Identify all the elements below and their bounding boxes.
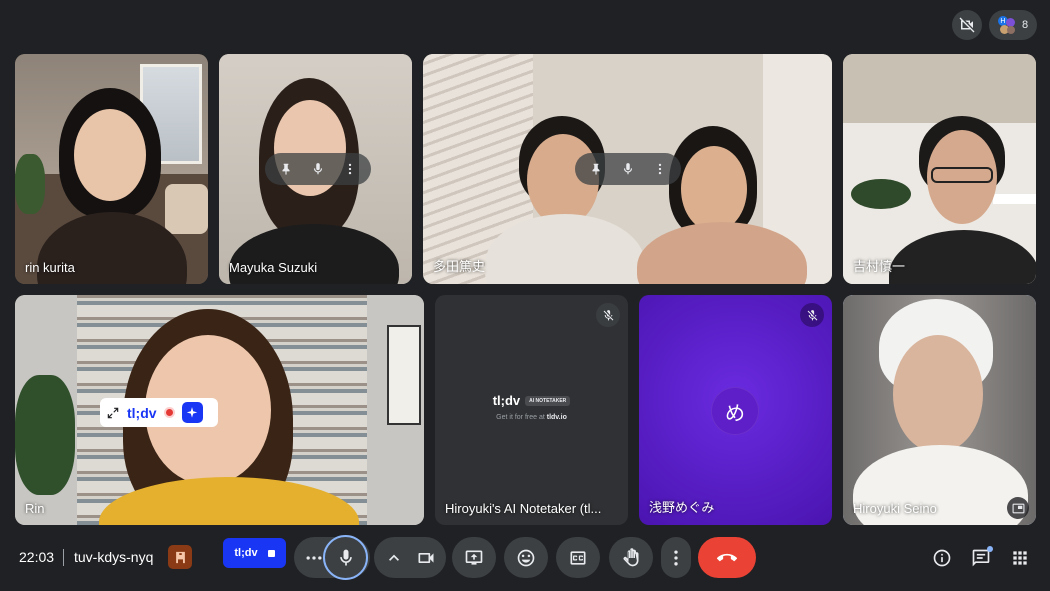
- participant-name: Hiroyuki's AI Notetaker (tl...: [445, 501, 602, 516]
- chat-notification-dot: [987, 546, 993, 552]
- mic-off-icon: [807, 309, 817, 320]
- present-button[interactable]: [452, 537, 496, 578]
- video-feed: [15, 54, 208, 284]
- camera-icon[interactable]: [416, 548, 436, 568]
- more-horiz-icon[interactable]: [304, 548, 324, 568]
- video-feed: [843, 295, 1036, 525]
- mic-icon[interactable]: [311, 162, 325, 176]
- avatar-letter: め: [725, 402, 745, 425]
- participant-tile-asano-megumi[interactable]: め 浅野めぐみ: [639, 295, 832, 525]
- camera-group: [374, 537, 446, 578]
- participant-tile-hiroyuki-seino[interactable]: Hiroyuki Seino: [843, 295, 1036, 525]
- leave-call-button[interactable]: [698, 537, 756, 578]
- notetaker-brand: tl;dv: [492, 393, 521, 408]
- pin-icon[interactable]: [279, 162, 293, 176]
- participant-name: rin kurita: [25, 260, 75, 275]
- expand-icon[interactable]: [106, 406, 120, 420]
- pin-icon[interactable]: [589, 162, 603, 176]
- notetaker-badge: AI NOTETAKER: [525, 395, 571, 406]
- emoji-icon: [517, 549, 535, 566]
- glasses: [931, 167, 993, 183]
- camera-off-icon: [959, 17, 975, 33]
- activities-button[interactable]: [1008, 546, 1032, 570]
- participant-tile-mayuka-suzuki[interactable]: Mayuka Suzuki: [219, 54, 412, 284]
- more-vert-icon: [674, 550, 678, 565]
- participant-name: 多田篤史: [433, 259, 486, 274]
- participant-tile-ai-notetaker[interactable]: tl;dv AI NOTETAKER Get it for free at tl…: [435, 295, 628, 525]
- camera-off-indicator[interactable]: [952, 10, 982, 40]
- meeting-time: 22:03: [19, 549, 55, 565]
- tldv-record-button[interactable]: tl;dv: [223, 538, 286, 568]
- divider: [63, 549, 64, 566]
- muted-indicator: [596, 303, 620, 327]
- people-avatars: H: [997, 16, 1016, 34]
- info-icon: [933, 549, 951, 567]
- meeting-info-button[interactable]: [930, 546, 954, 570]
- mic-icon[interactable]: [621, 162, 635, 176]
- participant-tile-yoshimura-shinichi[interactable]: 吉村慎一: [843, 54, 1036, 284]
- tldv-overlay-label: tl;dv: [127, 404, 157, 421]
- emoji-button[interactable]: [504, 537, 548, 578]
- host-controls-icon: [175, 551, 185, 563]
- tile-hover-controls: [575, 153, 681, 185]
- record-dot-icon: [163, 407, 175, 418]
- tldv-record-label: tl;dv: [234, 547, 258, 559]
- participant-tile-rin-kurita[interactable]: rin kurita: [15, 54, 208, 284]
- more-vert-icon[interactable]: [343, 162, 357, 176]
- chat-button[interactable]: [969, 546, 993, 570]
- pip-icon: [1012, 503, 1024, 513]
- participant-tile-rin[interactable]: tl;dv Rin: [15, 295, 424, 525]
- participant-tile-tada-atsushi[interactable]: 多田篤史: [423, 54, 832, 284]
- chevron-up-icon[interactable]: [384, 548, 404, 568]
- participant-name: Mayuka Suzuki: [229, 260, 318, 275]
- tile-hover-controls: [265, 153, 371, 185]
- avatar: め: [711, 387, 759, 435]
- notetaker-branding: tl;dv AI NOTETAKER Get it for free at tl…: [435, 393, 628, 421]
- present-icon: [465, 550, 483, 565]
- participant-name: Rin: [25, 501, 45, 516]
- video-feed: [15, 295, 424, 525]
- raise-hand-button[interactable]: [609, 537, 653, 578]
- more-options-button[interactable]: [661, 537, 691, 578]
- participant-count: 8: [1021, 19, 1029, 31]
- tldv-overlay[interactable]: tl;dv: [100, 398, 218, 427]
- mic-button[interactable]: [323, 535, 368, 580]
- meeting-code[interactable]: tuv-kdys-nyq: [74, 549, 153, 565]
- sparkle-icon[interactable]: [181, 402, 203, 423]
- participant-name: 吉村慎一: [853, 259, 906, 274]
- people-button[interactable]: H 8: [989, 10, 1037, 40]
- participant-name: Hiroyuki Seino: [853, 501, 937, 516]
- apps-icon: [1013, 551, 1027, 565]
- mic-off-icon: [603, 309, 613, 320]
- hangup-icon: [717, 553, 737, 561]
- host-controls-button[interactable]: [168, 545, 192, 569]
- avatar: [1006, 26, 1015, 34]
- notetaker-link[interactable]: tldv.io: [547, 414, 567, 421]
- muted-indicator: [800, 303, 824, 327]
- hand-icon: [623, 547, 639, 566]
- captions-icon: [570, 550, 586, 565]
- notetaker-tagline: Get it for free at: [496, 414, 545, 421]
- more-vert-icon[interactable]: [653, 162, 667, 176]
- stop-icon: [267, 549, 275, 557]
- participant-name: 浅野めぐみ: [649, 500, 715, 515]
- mic-icon: [339, 549, 352, 565]
- pip-button[interactable]: [1007, 497, 1029, 519]
- video-feed: [843, 54, 1036, 284]
- captions-button[interactable]: [556, 537, 600, 578]
